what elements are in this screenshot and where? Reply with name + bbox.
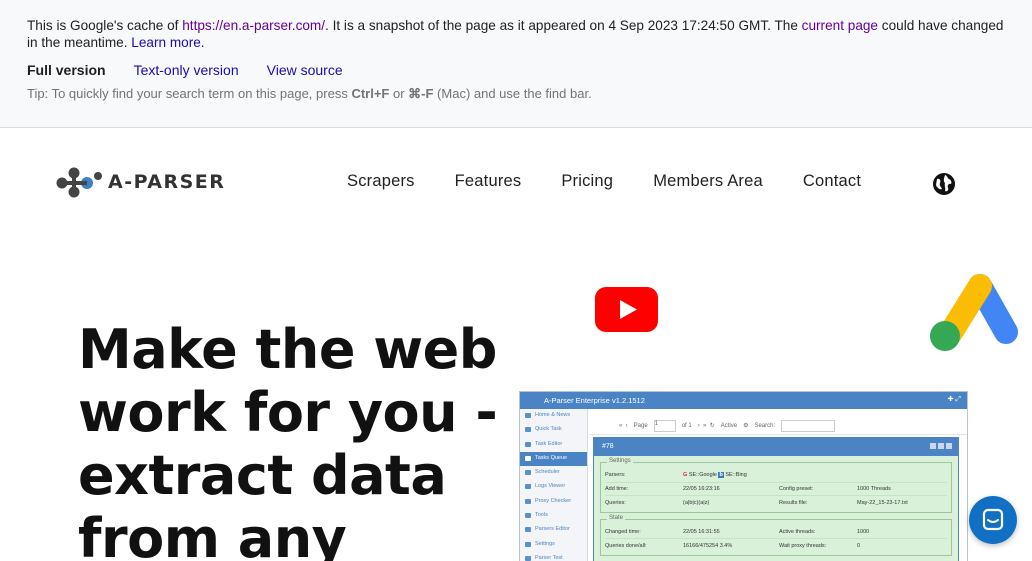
headline-line-4: from any <box>78 507 347 561</box>
settings-row: Add time: 22/05 16:23:16 Config preset: … <box>605 483 947 496</box>
chat-icon <box>982 508 1004 531</box>
settings-row: Parsers: G SE::Google b SE::Bing <box>605 469 947 483</box>
app-side-item: Settings <box>520 538 587 552</box>
full-version-label: Full version <box>27 62 106 78</box>
app-side-item: Logs Viewer <box>520 480 587 494</box>
app-side-item: Parsers Editor <box>520 523 587 537</box>
app-title: A-Parser Enterprise v1.2.1512 <box>544 396 645 405</box>
site-logo[interactable]: A-PARSER <box>54 165 225 199</box>
row-value: 16166/475254 3.4% <box>683 542 733 549</box>
cache-notice: This is Google's cache of https://en.a-p… <box>27 17 1005 51</box>
tip-key-cmd-f: ⌘-F <box>408 86 434 101</box>
state-row: Queries done/all: 16166/475254 3.4% Wait… <box>605 539 947 553</box>
parser-google: SE::Google <box>688 472 717 479</box>
row-value: 22/05 16:31:55 <box>683 528 720 535</box>
task-id: #78 <box>602 443 614 450</box>
headline-line-3: extract data <box>78 444 447 507</box>
google-ads-icon <box>930 274 1018 351</box>
tip-key-ctrl-f: Ctrl+F <box>351 86 390 101</box>
chat-button[interactable] <box>969 496 1017 544</box>
cache-text-2: . It is a snapshot of the page as it app… <box>325 18 802 33</box>
settings-row: Queries: (a|b|c)(a|z) Results file: May-… <box>605 496 947 510</box>
globe-icon[interactable] <box>932 172 956 196</box>
row-value: 0 <box>857 542 861 549</box>
search-label: Search: <box>754 422 776 429</box>
page-label: Page <box>633 422 648 429</box>
row-value: 1000 <box>857 528 870 535</box>
app-title-bar: A-Parser Enterprise v1.2.1512 ✚ ⤢ <box>520 392 967 409</box>
row-key: Results file: <box>779 499 808 506</box>
app-window-icons: ✚ ⤢ <box>947 396 961 403</box>
headline-line-1: Make the web <box>78 318 497 381</box>
app-side-item: Scheduler <box>520 466 587 480</box>
row-value: 1000 Threads <box>857 485 891 492</box>
nav-pricing[interactable]: Pricing <box>561 172 613 191</box>
app-preview: A-Parser Enterprise v1.2.1512 ✚ ⤢ Home &… <box>519 391 968 561</box>
hero-headline: Make the web work for you - extract data… <box>78 318 518 561</box>
app-side-item: Quick Task <box>520 423 587 437</box>
nav-scrapers[interactable]: Scrapers <box>347 172 415 191</box>
settings-fieldset: Settings Parsers: G SE::Google b SE::Bin… <box>600 458 952 513</box>
youtube-icon <box>595 287 658 332</box>
tip-or: or <box>389 86 409 101</box>
parser-bing: SE::Bing <box>725 472 747 479</box>
cache-banner: This is Google's cache of https://en.a-p… <box>0 0 1032 128</box>
row-key: Queries: <box>605 499 626 506</box>
logo-text: A-PARSER <box>108 171 226 193</box>
app-toolbar: « ‹ Page 1 of 1 › » ↻ Active ⚙ Search: <box>589 409 967 435</box>
search-input <box>781 419 836 432</box>
app-sidebar: Home & News Quick Task Task Editor Tasks… <box>520 409 588 561</box>
state-legend: State <box>607 514 626 521</box>
panel-buttons <box>930 443 952 449</box>
text-only-version-link[interactable]: Text-only version <box>134 62 239 78</box>
app-side-item: Parser Test <box>520 552 587 561</box>
tip-text: Tip: To quickly find your search term on… <box>27 86 352 101</box>
gear-icon: ⚙ <box>743 423 749 429</box>
state-row: Changed time: 22/05 16:31:55 Active thre… <box>605 526 947 539</box>
row-key: Parsers: <box>605 472 626 479</box>
app-side-item: Task Editor <box>520 438 587 452</box>
app-side-item: Tools <box>520 509 587 523</box>
page-input: 1 <box>653 419 676 432</box>
row-key: Active threads: <box>779 528 816 535</box>
row-value: (a|b|c)(a|z) <box>683 499 710 506</box>
row-key: Config preset: <box>779 485 814 492</box>
cache-text: This is Google's cache of <box>27 18 183 33</box>
task-panel-header: #78 <box>594 438 958 456</box>
parsers-value: G SE::Google b SE::Bing <box>683 472 747 479</box>
pager-arrows-next-icon: › » ↻ <box>697 423 715 429</box>
find-tip: Tip: To quickly find your search term on… <box>27 86 1005 102</box>
row-value: 22/05 16:23:16 <box>683 485 720 492</box>
app-side-item: Proxy Checker <box>520 495 587 509</box>
page-of: of 1 <box>681 422 692 429</box>
nav-features[interactable]: Features <box>455 172 522 191</box>
row-key: Queries done/all: <box>605 542 647 549</box>
view-source-link[interactable]: View source <box>267 62 343 78</box>
settings-legend: Settings <box>607 458 633 464</box>
version-links: Full version Text-only version View sour… <box>27 62 1005 78</box>
task-panel: #78 Settings Parsers: G SE::Google b SE:… <box>593 437 959 561</box>
tip-suffix: (Mac) and use the find bar. <box>433 86 592 101</box>
app-side-item-active: Tasks Queue <box>520 451 587 467</box>
row-key: Wait proxy threads: <box>779 542 827 549</box>
headline-line-2: work for you - <box>78 381 498 444</box>
learn-more-link[interactable]: Learn more. <box>131 35 204 50</box>
filter-select: Active <box>720 422 738 429</box>
row-key: Changed time: <box>605 528 641 535</box>
logo-mark-icon <box>56 167 102 198</box>
state-fieldset: State Changed time: 22/05 16:31:55 Activ… <box>600 514 952 556</box>
main-nav: Scrapers Features Pricing Members Area C… <box>347 172 901 191</box>
row-key: Add time: <box>605 485 629 492</box>
app-side-item: Home & News <box>520 409 587 423</box>
current-page-link[interactable]: current page <box>802 18 878 33</box>
nav-members-area[interactable]: Members Area <box>653 172 763 191</box>
nav-contact[interactable]: Contact <box>803 172 861 191</box>
cached-url-link[interactable]: https://en.a-parser.com/ <box>182 18 325 33</box>
row-value: May-22_15-23-17.txt <box>857 499 908 506</box>
pager-arrows-icon: « ‹ <box>619 422 628 429</box>
